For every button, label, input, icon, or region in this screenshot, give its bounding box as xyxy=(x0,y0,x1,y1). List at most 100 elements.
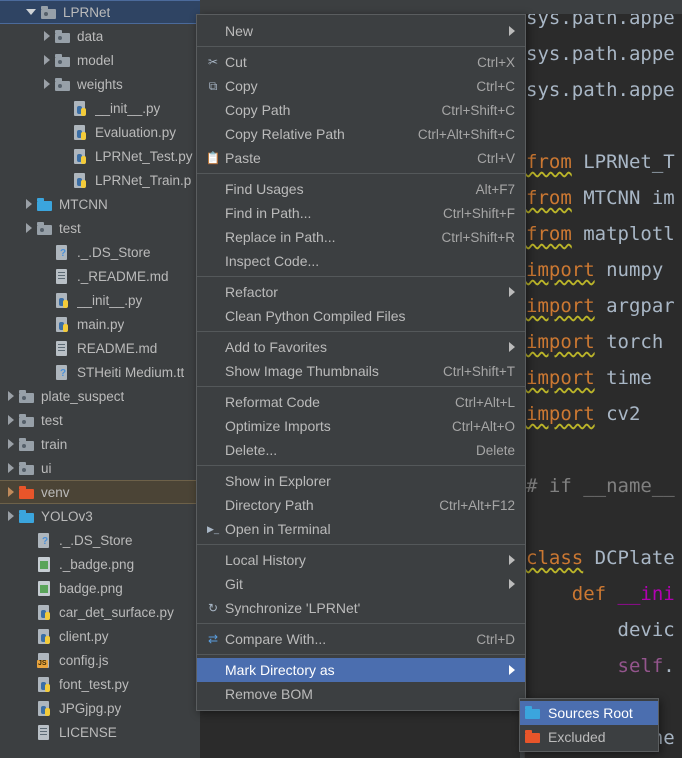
tree-item-plate-suspect[interactable]: plate_suspect xyxy=(0,384,200,408)
python-file-icon xyxy=(55,292,71,308)
menu-item-delete[interactable]: Delete... Delete xyxy=(197,438,525,462)
tree-item-train[interactable]: train xyxy=(0,432,200,456)
tree-expand-arrow-icon[interactable] xyxy=(8,487,14,497)
tree-item-lprnet-train-p[interactable]: LPRNet_Train.p xyxy=(0,168,200,192)
copy-icon: ⧉ xyxy=(208,79,218,93)
menu-item-paste[interactable]: 📋 Paste Ctrl+V xyxy=(197,146,525,170)
tree-item-stheiti-medium-tt[interactable]: ? STHeiti Medium.tt xyxy=(0,360,200,384)
menu-item-mark-directory-as[interactable]: Mark Directory as xyxy=(197,658,525,682)
submenu-arrow-icon xyxy=(509,579,515,589)
submenu-arrow-icon xyxy=(509,555,515,565)
menu-item-label: Optimize Imports xyxy=(225,418,331,434)
tree-item-test[interactable]: test xyxy=(0,216,200,240)
menu-icon-placeholder xyxy=(203,23,223,39)
tree-expand-arrow-icon[interactable] xyxy=(44,79,50,89)
menu-item-show-image-thumbnails[interactable]: Show Image Thumbnails Ctrl+Shift+T xyxy=(197,359,525,383)
editor-tab-strip[interactable] xyxy=(200,0,682,14)
menu-item-show-in-explorer[interactable]: Show in Explorer xyxy=(197,469,525,493)
menu-item-directory-path[interactable]: Directory Path Ctrl+Alt+F12 xyxy=(197,493,525,517)
tree-item-yolov3[interactable]: YOLOv3 xyxy=(0,504,200,528)
menu-item-inspect-code[interactable]: Inspect Code... xyxy=(197,249,525,273)
tree-item-lprnet[interactable]: LPRNet xyxy=(0,0,200,24)
tree-expand-arrow-icon[interactable] xyxy=(26,223,32,233)
menu-item-cut[interactable]: ✂ Cut Ctrl+X xyxy=(197,50,525,74)
tree-expand-arrow-icon[interactable] xyxy=(8,391,14,401)
tree-expand-arrow-icon[interactable] xyxy=(8,511,14,521)
folder-icon xyxy=(55,53,71,68)
menu-icon-placeholder xyxy=(203,394,223,410)
tree-expand-arrow-icon[interactable] xyxy=(8,439,14,449)
menu-item-add-to-favorites[interactable]: Add to Favorites xyxy=(197,335,525,359)
tree-item--init-py[interactable]: __init__.py xyxy=(0,96,200,120)
tree-item-config-js[interactable]: JS config.js xyxy=(0,648,200,672)
tree-item-jpgjpg-py[interactable]: JPGjpg.py xyxy=(0,696,200,720)
tree-expand-arrow-icon[interactable] xyxy=(26,9,36,15)
tree-item-car-det-surface-py[interactable]: car_det_surface.py xyxy=(0,600,200,624)
tree-item-label: main.py xyxy=(77,316,125,332)
tree-expand-arrow-icon[interactable] xyxy=(8,463,14,473)
tree-item-test[interactable]: test xyxy=(0,408,200,432)
menu-item-remove-bom[interactable]: Remove BOM xyxy=(197,682,525,706)
tree-item-main-py[interactable]: main.py xyxy=(0,312,200,336)
tree-item-license[interactable]: LICENSE xyxy=(0,720,200,744)
tree-item--init-py[interactable]: __init__.py xyxy=(0,288,200,312)
tree-item-weights[interactable]: weights xyxy=(0,72,200,96)
menu-item-copy-relative-path[interactable]: Copy Relative Path Ctrl+Alt+Shift+C xyxy=(197,122,525,146)
tree-item-label: LPRNet_Test.py xyxy=(95,148,193,164)
menu-item-reformat-code[interactable]: Reformat Code Ctrl+Alt+L xyxy=(197,390,525,414)
menu-separator xyxy=(197,544,525,545)
tree-expand-arrow-icon[interactable] xyxy=(44,55,50,65)
tree-expand-arrow-icon[interactable] xyxy=(8,415,14,425)
menu-item-synchronize-lprnet[interactable]: ↻ Synchronize 'LPRNet' xyxy=(197,596,525,620)
menu-item-label: Local History xyxy=(225,552,306,568)
tree-item--readme-md[interactable]: ._README.md xyxy=(0,264,200,288)
tree-item-label: __init__.py xyxy=(77,292,143,308)
menu-item-find-usages[interactable]: Find Usages Alt+F7 xyxy=(197,177,525,201)
menu-item-new[interactable]: New xyxy=(197,19,525,43)
tree-item-font-test-py[interactable]: font_test.py xyxy=(0,672,200,696)
menu-item-find-in-path[interactable]: Find in Path... Ctrl+Shift+F xyxy=(197,201,525,225)
submenu-item-excluded[interactable]: Excluded xyxy=(520,725,658,749)
tree-item-ui[interactable]: ui xyxy=(0,456,200,480)
menu-item-refactor[interactable]: Refactor xyxy=(197,280,525,304)
tree-item--ds-store[interactable]: ? ._.DS_Store xyxy=(0,240,200,264)
menu-item-copy[interactable]: ⧉ Copy Ctrl+C xyxy=(197,74,525,98)
tree-item-readme-md[interactable]: README.md xyxy=(0,336,200,360)
project-context-menu[interactable]: New ✂ Cut Ctrl+X ⧉ Copy Ctrl+C Copy Path Ctrl+Sh… xyxy=(196,14,526,711)
code-content[interactable]: sys.path.appe sys.path.appe sys.path.appe … xyxy=(526,0,682,758)
project-tool-window[interactable]: LPRNet data model weights __init__.py Evaluat… xyxy=(0,0,200,758)
folder-icon xyxy=(19,437,35,452)
tree-item-evaluation-py[interactable]: Evaluation.py xyxy=(0,120,200,144)
js-file-icon: JS xyxy=(37,652,53,668)
mark-directory-as-submenu[interactable]: Sources Root Excluded xyxy=(519,698,659,752)
tree-item-mtcnn[interactable]: MTCNN xyxy=(0,192,200,216)
tree-item--ds-store[interactable]: ? ._.DS_Store xyxy=(0,528,200,552)
menu-item-compare-with[interactable]: ⇄ Compare With... Ctrl+D xyxy=(197,627,525,651)
tree-item-data[interactable]: data xyxy=(0,24,200,48)
menu-item-replace-in-path[interactable]: Replace in Path... Ctrl+Shift+R xyxy=(197,225,525,249)
tree-item-model[interactable]: model xyxy=(0,48,200,72)
tree-item--badge-png[interactable]: ._badge.png xyxy=(0,552,200,576)
menu-item-label: New xyxy=(225,23,254,39)
menu-item-local-history[interactable]: Local History xyxy=(197,548,525,572)
menu-item-label: Delete... xyxy=(225,442,278,458)
tree-item-venv[interactable]: venv xyxy=(0,480,200,504)
tree-item-client-py[interactable]: client.py xyxy=(0,624,200,648)
submenu-item-sources-root[interactable]: Sources Root xyxy=(520,701,658,725)
tree-expand-arrow-icon[interactable] xyxy=(26,199,32,209)
tree-item-label: ._badge.png xyxy=(59,556,135,572)
menu-item-open-in-terminal[interactable]: ▶_ Open in Terminal xyxy=(197,517,525,541)
tree-expand-arrow-icon[interactable] xyxy=(44,31,50,41)
menu-item-label: Reformat Code xyxy=(225,394,320,410)
menu-item-clean-python-compiled-files[interactable]: Clean Python Compiled Files xyxy=(197,304,525,328)
menu-item-git[interactable]: Git xyxy=(197,572,525,596)
tree-item-badge-png[interactable]: badge.png xyxy=(0,576,200,600)
menu-item-shortcut: Ctrl+X xyxy=(477,54,515,70)
tree-item-lprnet-test-py[interactable]: LPRNet_Test.py xyxy=(0,144,200,168)
menu-item-copy-path[interactable]: Copy Path Ctrl+Shift+C xyxy=(197,98,525,122)
menu-item-label: Paste xyxy=(225,150,261,166)
menu-item-optimize-imports[interactable]: Optimize Imports Ctrl+Alt+O xyxy=(197,414,525,438)
